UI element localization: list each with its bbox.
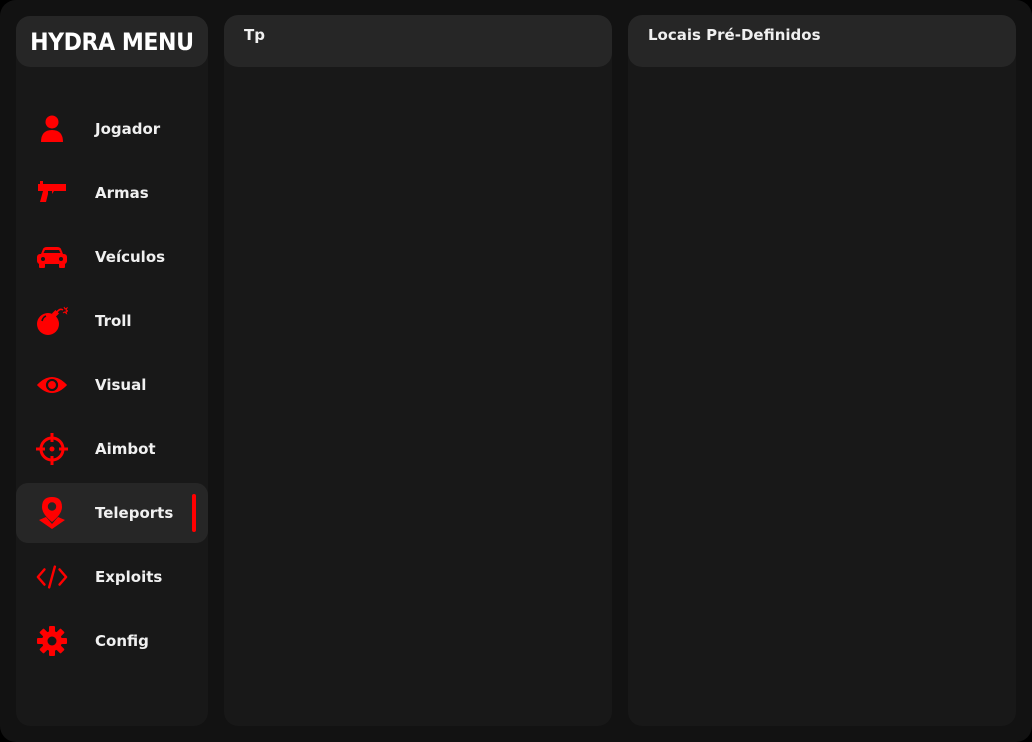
- car-icon: [36, 241, 68, 273]
- sidebar-item-label: Troll: [95, 312, 132, 330]
- code-icon: [36, 561, 68, 593]
- sidebar-item-config[interactable]: Config: [16, 611, 208, 671]
- active-indicator: [192, 494, 196, 532]
- tp-panel: Tp: [224, 15, 612, 726]
- brand-logo: HYDRA MENU: [16, 16, 208, 67]
- sidebar-item-exploits[interactable]: Exploits: [16, 547, 208, 607]
- bomb-icon: [36, 305, 68, 337]
- sidebar-item-visual[interactable]: Visual: [16, 355, 208, 415]
- app-window: HYDRA MENU Jogador Armas Veículos Troll …: [0, 0, 1032, 742]
- crosshair-icon: [36, 433, 68, 465]
- sidebar-item-jogador[interactable]: Jogador: [16, 99, 208, 159]
- predefined-locations-title: Locais Pré-Definidos: [648, 26, 821, 44]
- gun-icon: [36, 177, 68, 209]
- map-pin-icon: [36, 497, 68, 529]
- sidebar-item-aimbot[interactable]: Aimbot: [16, 419, 208, 479]
- tp-panel-header: Tp: [224, 15, 612, 67]
- gear-icon: [36, 625, 68, 657]
- sidebar-item-label: Exploits: [95, 568, 163, 586]
- predefined-locations-panel: Locais Pré-Definidos: [628, 15, 1016, 726]
- sidebar: HYDRA MENU Jogador Armas Veículos Troll …: [16, 16, 208, 726]
- sidebar-item-armas[interactable]: Armas: [16, 163, 208, 223]
- sidebar-item-label: Config: [95, 632, 149, 650]
- tp-panel-title: Tp: [244, 26, 265, 44]
- predefined-locations-header: Locais Pré-Definidos: [628, 15, 1016, 67]
- sidebar-item-veiculos[interactable]: Veículos: [16, 227, 208, 287]
- sidebar-item-teleports[interactable]: Teleports: [16, 483, 208, 543]
- sidebar-item-label: Jogador: [95, 120, 161, 138]
- user-icon: [36, 113, 68, 145]
- sidebar-item-label: Aimbot: [95, 440, 156, 458]
- sidebar-item-label: Armas: [95, 184, 149, 202]
- sidebar-nav: Jogador Armas Veículos Troll Visual Aimb…: [16, 99, 208, 675]
- eye-icon: [36, 369, 68, 401]
- sidebar-item-label: Teleports: [95, 504, 174, 522]
- sidebar-item-troll[interactable]: Troll: [16, 291, 208, 351]
- app-title: HYDRA MENU: [30, 27, 194, 56]
- sidebar-item-label: Veículos: [95, 248, 166, 266]
- sidebar-item-label: Visual: [95, 376, 147, 394]
